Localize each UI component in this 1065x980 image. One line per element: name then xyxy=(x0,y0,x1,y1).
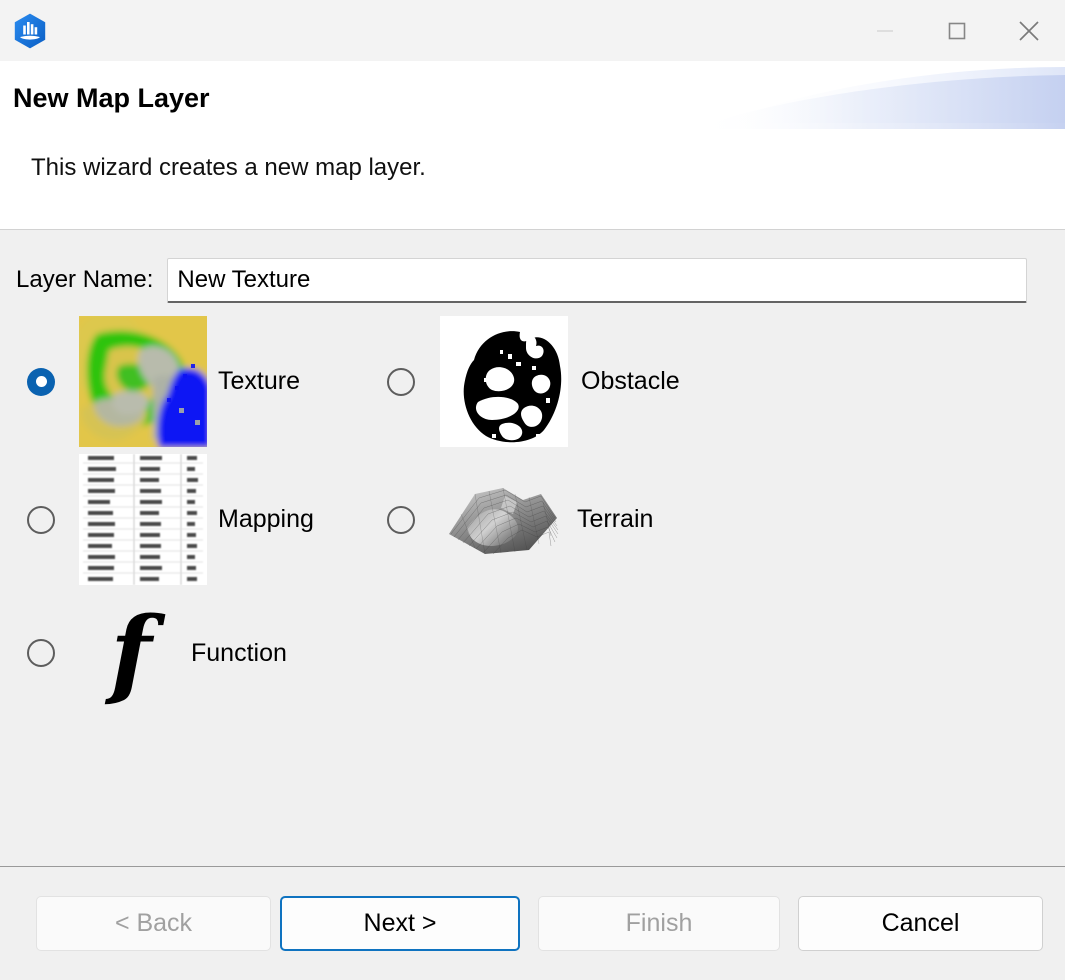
close-button[interactable] xyxy=(993,0,1065,61)
radio-texture[interactable] xyxy=(27,368,55,396)
minimize-icon xyxy=(872,18,898,44)
maximize-button[interactable] xyxy=(921,0,993,61)
title-bar xyxy=(0,0,1065,61)
minimize-button[interactable] xyxy=(849,0,921,61)
finish-button[interactable]: Finish xyxy=(538,896,780,951)
layer-name-label: Layer Name: xyxy=(16,266,153,294)
wizard-header: New Map Layer This wizard creates a new … xyxy=(0,61,1065,230)
layer-type-radio-group: Texture xyxy=(0,316,1065,703)
function-glyph: f xyxy=(110,605,151,701)
new-map-layer-wizard-window: New Map Layer This wizard creates a new … xyxy=(0,0,1065,980)
cancel-button[interactable]: Cancel xyxy=(798,896,1043,951)
layer-type-label-function: Function xyxy=(191,639,287,668)
mapping-thumbnail-image xyxy=(79,454,207,585)
mapping-data-table-thumbnail xyxy=(79,454,207,585)
header-decoration-swoosh xyxy=(635,61,1065,181)
terrain-3d-surface-thumbnail xyxy=(445,484,563,556)
radio-function[interactable] xyxy=(27,639,55,667)
layer-type-row-1: Texture xyxy=(0,316,1065,447)
texture-thumbnail-image xyxy=(79,316,207,447)
layer-type-option-obstacle[interactable]: Obstacle xyxy=(360,316,680,447)
layer-type-label-terrain: Terrain xyxy=(577,505,653,534)
page-subtitle: This wizard creates a new map layer. xyxy=(31,154,426,182)
layer-type-row-3: f Function xyxy=(0,603,1065,703)
layer-type-option-terrain[interactable]: Terrain xyxy=(360,484,653,556)
obstacle-thumbnail-image xyxy=(440,316,568,447)
radio-mapping[interactable] xyxy=(27,506,55,534)
texture-terrain-colormap-thumbnail xyxy=(79,316,207,447)
layer-type-row-2: Mapping xyxy=(0,454,1065,585)
wizard-body: Layer Name: xyxy=(0,230,1065,867)
layer-type-label-texture: Texture xyxy=(218,367,300,396)
maximize-icon xyxy=(944,18,970,44)
page-title: New Map Layer xyxy=(13,83,210,114)
layer-name-row: Layer Name: xyxy=(0,256,1065,304)
layer-type-option-mapping[interactable]: Mapping xyxy=(0,454,360,585)
radio-obstacle[interactable] xyxy=(387,368,415,396)
layer-type-label-mapping: Mapping xyxy=(218,505,314,534)
next-button[interactable]: Next > xyxy=(280,896,520,951)
layer-type-option-function[interactable]: f Function xyxy=(0,603,360,703)
layer-name-input[interactable] xyxy=(167,258,1027,303)
radio-terrain[interactable] xyxy=(387,506,415,534)
terrain-thumbnail-image xyxy=(445,484,563,556)
function-f-glyph-icon: f xyxy=(85,603,177,703)
back-button[interactable]: < Back xyxy=(36,896,271,951)
close-icon xyxy=(1014,16,1044,46)
layer-type-option-texture[interactable]: Texture xyxy=(0,316,360,447)
map-layer-app-icon xyxy=(11,12,49,50)
layer-type-label-obstacle: Obstacle xyxy=(581,367,680,396)
wizard-footer: < Back Next > Finish Cancel xyxy=(0,867,1065,980)
obstacle-binary-mask-thumbnail xyxy=(440,316,568,447)
